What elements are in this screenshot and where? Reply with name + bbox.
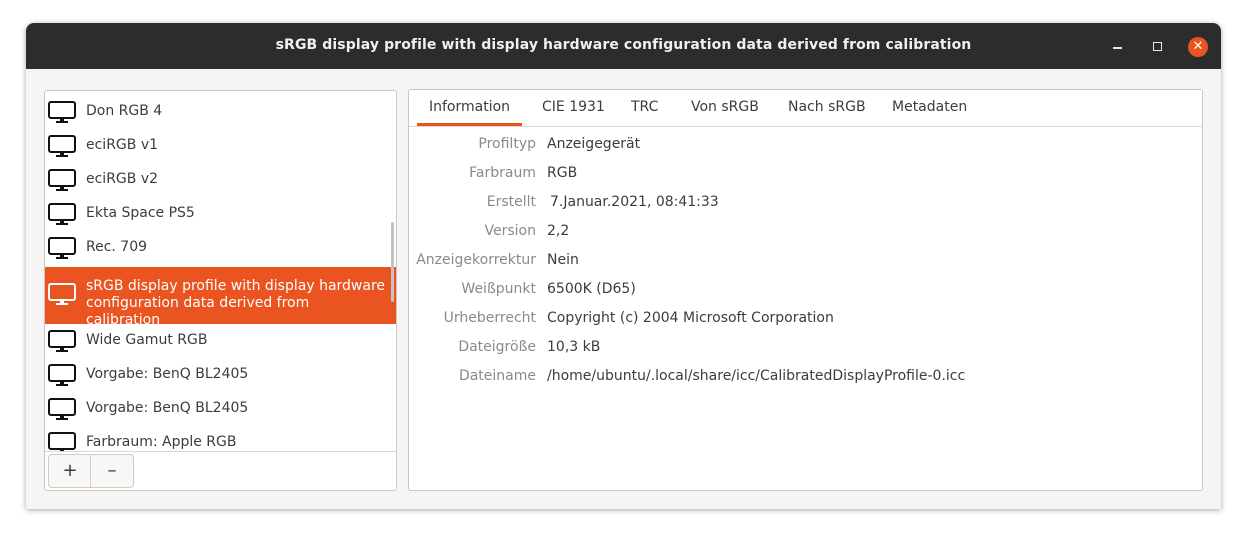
minimize-button[interactable] xyxy=(1108,37,1128,57)
list-item[interactable]: Vorgabe: BenQ BL2405 xyxy=(45,358,396,392)
info-value: 10,3 kB xyxy=(547,339,601,355)
color-profile-window: sRGB display profile with display hardwa… xyxy=(26,23,1221,509)
maximize-button[interactable] xyxy=(1148,37,1168,57)
list-item-selected[interactable]: sRGB display profile with display hardwa… xyxy=(45,267,396,328)
list-item[interactable]: Wide Gamut RGB xyxy=(45,324,396,358)
list-item[interactable]: eciRGB v2 xyxy=(45,163,396,197)
info-key: Erstellt xyxy=(486,194,536,210)
monitor-icon xyxy=(48,101,76,123)
maximize-icon xyxy=(1153,42,1162,51)
info-row-version: Version 2,2 xyxy=(409,223,1202,243)
info-row-dateiname: Dateiname /home/ubuntu/.local/share/icc/… xyxy=(409,368,1202,388)
monitor-icon xyxy=(48,135,76,157)
list-item-label: eciRGB v2 xyxy=(86,171,159,187)
info-row-weisspunkt: Weißpunkt 6500K (D65) xyxy=(409,281,1202,301)
info-row-farbraum: Farbraum RGB xyxy=(409,165,1202,185)
list-item-label: Farbraum: Apple RGB xyxy=(86,434,237,450)
info-value: 2,2 xyxy=(547,223,570,239)
add-profile-button[interactable]: + xyxy=(48,454,92,488)
tab-trc[interactable]: TRC xyxy=(631,99,658,115)
info-key: Farbraum xyxy=(469,165,536,181)
tab-cie1931[interactable]: CIE 1931 xyxy=(542,99,605,115)
info-value: Nein xyxy=(547,252,579,268)
list-item-label: Vorgabe: BenQ BL2405 xyxy=(86,400,249,416)
tab-nach-srgb[interactable]: Nach sRGB xyxy=(788,99,866,115)
monitor-icon xyxy=(48,364,76,386)
info-value: Copyright (c) 2004 Microsoft Corporation xyxy=(547,310,834,326)
profile-details-panel: Information CIE 1931 TRC Von sRGB Nach s… xyxy=(408,89,1203,491)
list-item-label: Rec. 709 xyxy=(86,239,148,255)
info-key: Anzeigekorrektur xyxy=(416,252,536,268)
list-item-label: Wide Gamut RGB xyxy=(86,332,208,348)
info-row-urheberrecht: Urheberrecht Copyright (c) 2004 Microsof… xyxy=(409,310,1202,330)
info-row-profiltyp: Profiltyp Anzeigegerät xyxy=(409,136,1202,156)
monitor-icon xyxy=(48,283,76,305)
info-row-anzeigekorrektur: Anzeigekorrektur Nein xyxy=(409,252,1202,272)
minimize-icon xyxy=(1113,47,1122,49)
tab-von-srgb[interactable]: Von sRGB xyxy=(691,99,759,115)
list-item[interactable]: Don RGB 4 xyxy=(45,95,396,129)
tab-metadaten[interactable]: Metadaten xyxy=(892,99,967,115)
info-key: Dateiname xyxy=(458,368,536,384)
close-icon: ✕ xyxy=(1192,39,1204,54)
info-key: Profiltyp xyxy=(478,136,536,152)
info-key: Urheberrecht xyxy=(443,310,536,326)
list-item[interactable]: Vorgabe: BenQ BL2405 xyxy=(45,392,396,426)
tab-information[interactable]: Information xyxy=(429,99,510,115)
list-item[interactable]: Ekta Space PS5 xyxy=(45,197,396,231)
list-toolbar: + – xyxy=(45,451,396,490)
list-item-label: Don RGB 4 xyxy=(86,103,163,119)
list-item-label: sRGB display profile with display hardwa… xyxy=(86,278,386,328)
title-bar[interactable]: sRGB display profile with display hardwa… xyxy=(26,23,1221,69)
info-row-dateigroesse: Dateigröße 10,3 kB xyxy=(409,339,1202,359)
info-key: Dateigröße xyxy=(458,339,536,355)
monitor-icon xyxy=(48,432,76,451)
info-value: Anzeigegerät xyxy=(547,136,641,152)
active-tab-indicator xyxy=(417,123,522,126)
monitor-icon xyxy=(48,398,76,420)
info-value: RGB xyxy=(547,165,578,181)
profile-list[interactable]: Don RGB 4 eciRGB v1 eciRGB v2 Ekta Space… xyxy=(45,91,396,451)
list-item[interactable]: eciRGB v1 xyxy=(45,129,396,163)
remove-profile-button[interactable]: – xyxy=(90,454,134,488)
monitor-icon xyxy=(48,169,76,191)
list-item-label: Ekta Space PS5 xyxy=(86,205,195,221)
monitor-icon xyxy=(48,237,76,259)
list-item[interactable]: Rec. 709 xyxy=(45,231,396,265)
list-item-label: Vorgabe: BenQ BL2405 xyxy=(86,366,249,382)
list-scrollbar[interactable] xyxy=(391,222,394,302)
monitor-icon xyxy=(48,203,76,225)
profile-list-panel: Don RGB 4 eciRGB v1 eciRGB v2 Ekta Space… xyxy=(44,90,397,491)
info-value: 7.Januar.2021, 08:41:33 xyxy=(550,194,719,210)
info-row-erstellt: Erstellt 7.Januar.2021, 08:41:33 xyxy=(409,194,1202,214)
info-value: 6500K (D65) xyxy=(547,281,636,297)
window-title: sRGB display profile with display hardwa… xyxy=(275,37,972,53)
list-item-label: eciRGB v1 xyxy=(86,137,159,153)
info-value: /home/ubuntu/.local/share/icc/Calibrated… xyxy=(547,368,966,384)
list-item[interactable]: Farbraum: Apple RGB xyxy=(45,426,396,451)
close-button[interactable]: ✕ xyxy=(1188,37,1208,57)
monitor-icon xyxy=(48,330,76,352)
tab-bar: Information CIE 1931 TRC Von sRGB Nach s… xyxy=(409,90,1202,127)
info-key: Version xyxy=(484,223,536,239)
info-key: Weißpunkt xyxy=(461,281,536,297)
